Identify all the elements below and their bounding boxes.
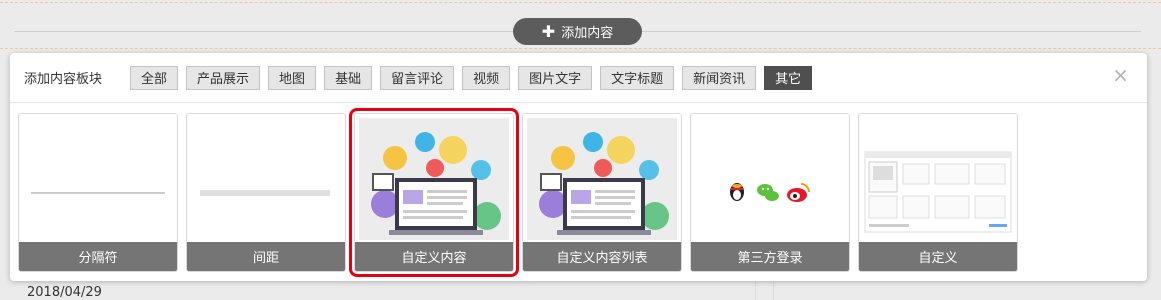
- add-content-block-panel: 添加内容板块 全部 产品展示 地图 基础 留言评论 视频 图片文字 文字标题 新…: [10, 53, 1147, 281]
- filter-news[interactable]: 新闻资讯: [682, 65, 757, 90]
- filter-comments[interactable]: 留言评论: [380, 65, 455, 90]
- filter-text-title[interactable]: 文字标题: [600, 65, 675, 90]
- filter-image-text[interactable]: 图片文字: [518, 65, 593, 90]
- card-label: 自定义: [859, 242, 1017, 271]
- panel-title: 添加内容板块: [24, 72, 103, 87]
- card-label: 自定义内容: [355, 242, 513, 271]
- plus-icon: ✚: [541, 21, 556, 41]
- card-spacing[interactable]: 间距: [186, 113, 346, 272]
- card-label: 第三方登录: [691, 242, 849, 271]
- filter-map[interactable]: 地图: [268, 65, 317, 90]
- card-separator[interactable]: 分隔符: [18, 113, 178, 272]
- laptop-illustration-icon: [523, 114, 681, 242]
- background-dashed-border: [0, 48, 1161, 49]
- card-label: 分隔符: [19, 242, 177, 271]
- filter-other[interactable]: 其它: [764, 65, 813, 90]
- filter-all[interactable]: 全部: [130, 65, 179, 90]
- background-column-line: [773, 280, 774, 300]
- filter-video[interactable]: 视频: [462, 65, 511, 90]
- category-filter-tabs: 全部 产品展示 地图 基础 留言评论 视频 图片文字 文字标题 新闻资讯 其它: [130, 65, 813, 90]
- add-content-button[interactable]: ✚ 添加内容: [513, 18, 642, 45]
- card-third-party-login[interactable]: 第三方登录: [690, 113, 850, 272]
- card-custom-content[interactable]: 自定义内容: [349, 108, 519, 277]
- panel-header: 添加内容板块 全部 产品展示 地图 基础 留言评论 视频 图片文字 文字标题 新…: [10, 53, 1147, 103]
- laptop-illustration-icon: [355, 114, 513, 242]
- background-date: 2018/04/29: [27, 285, 102, 300]
- card-custom-content-list[interactable]: 自定义内容列表: [522, 113, 682, 272]
- social-icons: [691, 114, 849, 242]
- background-dashed-border: [0, 2, 1161, 3]
- card-label: 自定义内容列表: [523, 242, 681, 271]
- wechat-icon: [757, 184, 779, 201]
- weibo-icon: [787, 183, 810, 202]
- spacing-thumbnail: [187, 114, 345, 242]
- card-custom[interactable]: 自定义: [858, 113, 1018, 272]
- add-content-label: 添加内容: [561, 26, 614, 41]
- filter-product-display[interactable]: 产品展示: [186, 65, 261, 90]
- filter-basic[interactable]: 基础: [324, 65, 373, 90]
- separator-thumbnail: [19, 114, 177, 242]
- background-column-line: [755, 280, 756, 300]
- card-label: 间距: [187, 242, 345, 271]
- custom-layout-preview-icon: [859, 114, 1017, 242]
- close-icon[interactable]: ×: [1112, 65, 1129, 85]
- qq-icon: [730, 183, 744, 201]
